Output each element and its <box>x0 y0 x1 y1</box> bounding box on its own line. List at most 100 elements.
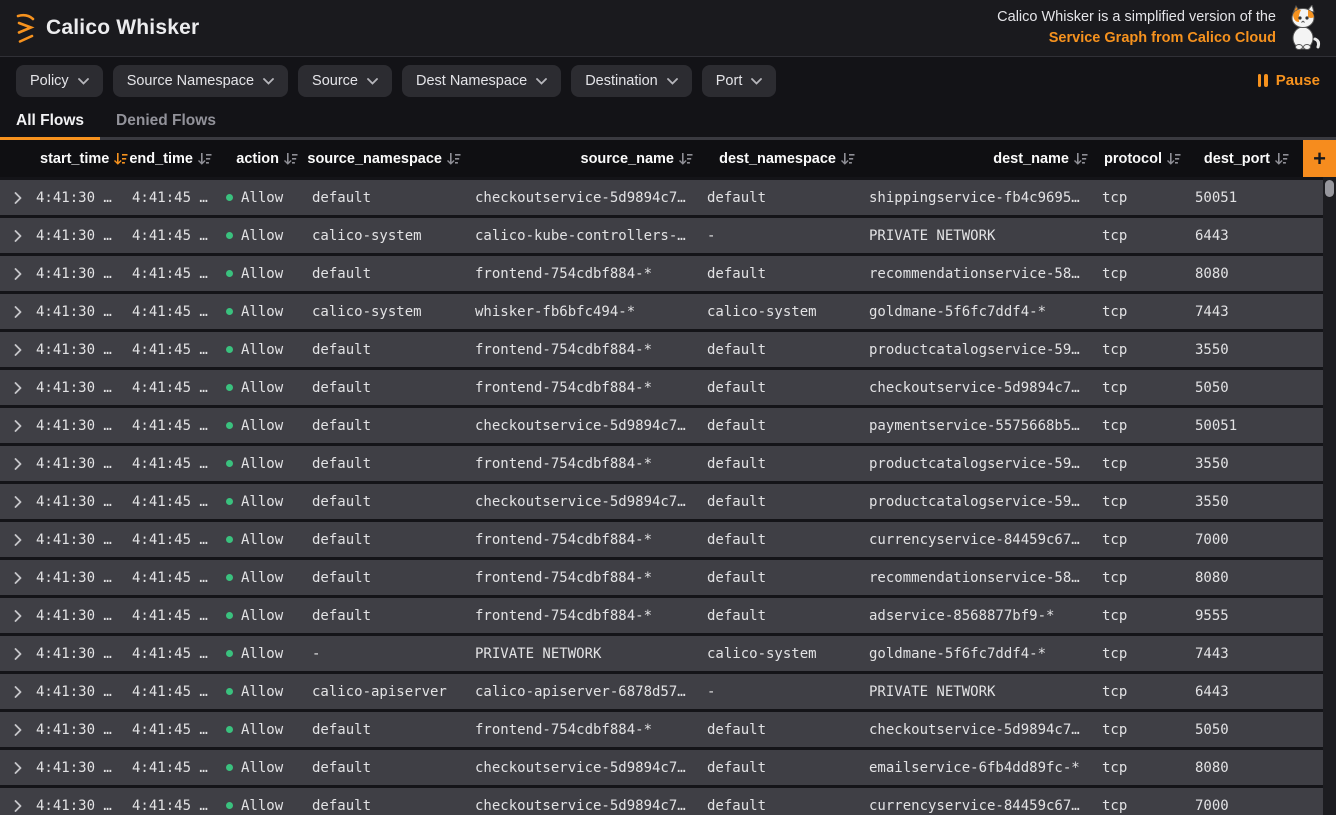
column-header-protocol[interactable]: protocol <box>1102 151 1195 167</box>
cell-source-namespace: calico-system <box>312 228 475 244</box>
chevron-down-icon <box>751 73 762 89</box>
cell-dest-name: productcatalogservice-59… <box>869 342 1102 358</box>
row-expander chevron-right-icon[interactable] <box>0 724 36 736</box>
flow-table-row[interactable]: 4:41:30 … 4:41:45 … Allow calico-system … <box>0 218 1323 253</box>
flow-table-row[interactable]: 4:41:30 … 4:41:45 … Allow default checko… <box>0 484 1323 519</box>
sort-icon <box>446 152 461 166</box>
cell-dest-name: currencyservice-84459c67… <box>869 798 1102 814</box>
column-header-source_name[interactable]: source_name <box>475 151 707 167</box>
column-header-dest_name[interactable]: dest_name <box>869 151 1102 167</box>
flow-table-row[interactable]: 4:41:30 … 4:41:45 … Allow calico-apiserv… <box>0 674 1323 709</box>
flow-table-row[interactable]: 4:41:30 … 4:41:45 … Allow calico-system … <box>0 294 1323 329</box>
tab-denied-flows[interactable]: Denied Flows <box>100 104 232 137</box>
allow-status-dot <box>226 422 233 429</box>
flow-table-row[interactable]: 4:41:30 … 4:41:45 … Allow default checko… <box>0 788 1323 815</box>
row-expander chevron-right-icon[interactable] <box>0 420 36 432</box>
tab-all-flows[interactable]: All Flows <box>0 104 100 137</box>
cell-source-name: frontend-754cdbf884-* <box>475 608 707 624</box>
cell-protocol: tcp <box>1102 304 1195 320</box>
cell-dest-namespace: calico-system <box>707 304 869 320</box>
row-expander chevron-right-icon[interactable] <box>0 534 36 546</box>
column-header-end_time[interactable]: end_time <box>132 151 226 167</box>
cell-action: Allow <box>226 266 312 282</box>
sort-icon <box>1274 152 1289 166</box>
filter-port[interactable]: Port <box>702 65 777 97</box>
cell-source-namespace: default <box>312 798 475 814</box>
filter-policy[interactable]: Policy <box>16 65 103 97</box>
cell-source-namespace: calico-apiserver <box>312 684 475 700</box>
cell-dest-port: 5050 <box>1195 380 1323 396</box>
filter-source[interactable]: Source <box>298 65 392 97</box>
flow-table-row[interactable]: 4:41:30 … 4:41:45 … Allow default checko… <box>0 180 1323 215</box>
column-header-source_namespace[interactable]: source_namespace <box>312 151 475 167</box>
flow-table-row[interactable]: 4:41:30 … 4:41:45 … Allow default fronte… <box>0 256 1323 291</box>
flow-table-row[interactable]: 4:41:30 … 4:41:45 … Allow default fronte… <box>0 370 1323 405</box>
flows-table: start_time end_time action <box>0 140 1336 815</box>
allow-status-dot <box>226 308 233 315</box>
filter-source-namespace[interactable]: Source Namespace <box>113 65 288 97</box>
row-expander chevron-right-icon[interactable] <box>0 496 36 508</box>
cell-action: Allow <box>226 570 312 586</box>
column-header-action[interactable]: action <box>226 151 312 167</box>
row-expander chevron-right-icon[interactable] <box>0 230 36 242</box>
column-header-label: source_name <box>581 151 675 167</box>
flow-table-row[interactable]: 4:41:30 … 4:41:45 … Allow default fronte… <box>0 522 1323 557</box>
row-expander chevron-right-icon[interactable] <box>0 648 36 660</box>
flow-table-row[interactable]: 4:41:30 … 4:41:45 … Allow default checko… <box>0 750 1323 785</box>
column-header-dest_port[interactable]: dest_port <box>1195 151 1303 167</box>
row-expander chevron-right-icon[interactable] <box>0 344 36 356</box>
cell-protocol: tcp <box>1102 646 1195 662</box>
row-expander chevron-right-icon[interactable] <box>0 762 36 774</box>
row-expander chevron-right-icon[interactable] <box>0 572 36 584</box>
filter-dest-namespace[interactable]: Dest Namespace <box>402 65 561 97</box>
tagline: Calico Whisker is a simplified version o… <box>997 7 1276 49</box>
chevron-down-icon <box>263 73 274 89</box>
cell-start-time: 4:41:30 … <box>36 418 132 434</box>
cell-source-name: frontend-754cdbf884-* <box>475 266 707 282</box>
row-expander chevron-right-icon[interactable] <box>0 686 36 698</box>
cell-start-time: 4:41:30 … <box>36 456 132 472</box>
cell-dest-port: 3550 <box>1195 456 1323 472</box>
cell-start-time: 4:41:30 … <box>36 722 132 738</box>
pause-label: Pause <box>1276 72 1320 89</box>
row-expander chevron-right-icon[interactable] <box>0 306 36 318</box>
flow-table-row[interactable]: 4:41:30 … 4:41:45 … Allow default fronte… <box>0 446 1323 481</box>
cell-action: Allow <box>226 494 312 510</box>
cell-dest-namespace: default <box>707 456 869 472</box>
flow-table-row[interactable]: 4:41:30 … 4:41:45 … Allow default fronte… <box>0 332 1323 367</box>
cell-dest-port: 6443 <box>1195 684 1323 700</box>
brand: Calico Whisker <box>14 10 199 46</box>
row-expander chevron-right-icon[interactable] <box>0 268 36 280</box>
table-scrollbar[interactable] <box>1323 177 1336 815</box>
flow-table-row[interactable]: 4:41:30 … 4:41:45 … Allow default fronte… <box>0 560 1323 595</box>
column-header-dest_namespace[interactable]: dest_namespace <box>707 151 869 167</box>
row-expander chevron-right-icon[interactable] <box>0 192 36 204</box>
sort-icon <box>1166 152 1181 166</box>
row-expander chevron-right-icon[interactable] <box>0 382 36 394</box>
add-column-button plus-icon[interactable]: + <box>1303 140 1336 177</box>
filter-destination[interactable]: Destination <box>571 65 692 97</box>
flow-table-row[interactable]: 4:41:30 … 4:41:45 … Allow default fronte… <box>0 598 1323 633</box>
cell-start-time: 4:41:30 … <box>36 760 132 776</box>
row-expander chevron-right-icon[interactable] <box>0 458 36 470</box>
cell-dest-port: 3550 <box>1195 494 1323 510</box>
cell-dest-namespace: - <box>707 228 869 244</box>
cell-dest-namespace: calico-system <box>707 646 869 662</box>
flow-table-row[interactable]: 4:41:30 … 4:41:45 … Allow - PRIVATE NETW… <box>0 636 1323 671</box>
row-expander chevron-right-icon[interactable] <box>0 610 36 622</box>
cell-source-name: frontend-754cdbf884-* <box>475 570 707 586</box>
cell-protocol: tcp <box>1102 798 1195 814</box>
calico-logo-icon <box>14 10 40 46</box>
flow-table-row[interactable]: 4:41:30 … 4:41:45 … Allow default checko… <box>0 408 1323 443</box>
scrollbar-thumb[interactable] <box>1325 180 1334 197</box>
row-expander chevron-right-icon[interactable] <box>0 800 36 812</box>
pause-button[interactable]: Pause <box>1258 72 1320 89</box>
cell-start-time: 4:41:30 … <box>36 798 132 814</box>
cell-end-time: 4:41:45 … <box>132 304 226 320</box>
flow-table-row[interactable]: 4:41:30 … 4:41:45 … Allow default fronte… <box>0 712 1323 747</box>
cell-dest-name: productcatalogservice-59… <box>869 494 1102 510</box>
service-graph-link[interactable]: Service Graph from Calico Cloud <box>1049 30 1276 46</box>
cell-end-time: 4:41:45 … <box>132 418 226 434</box>
column-header-start_time[interactable]: start_time <box>36 151 132 167</box>
column-header-label: start_time <box>40 151 109 167</box>
